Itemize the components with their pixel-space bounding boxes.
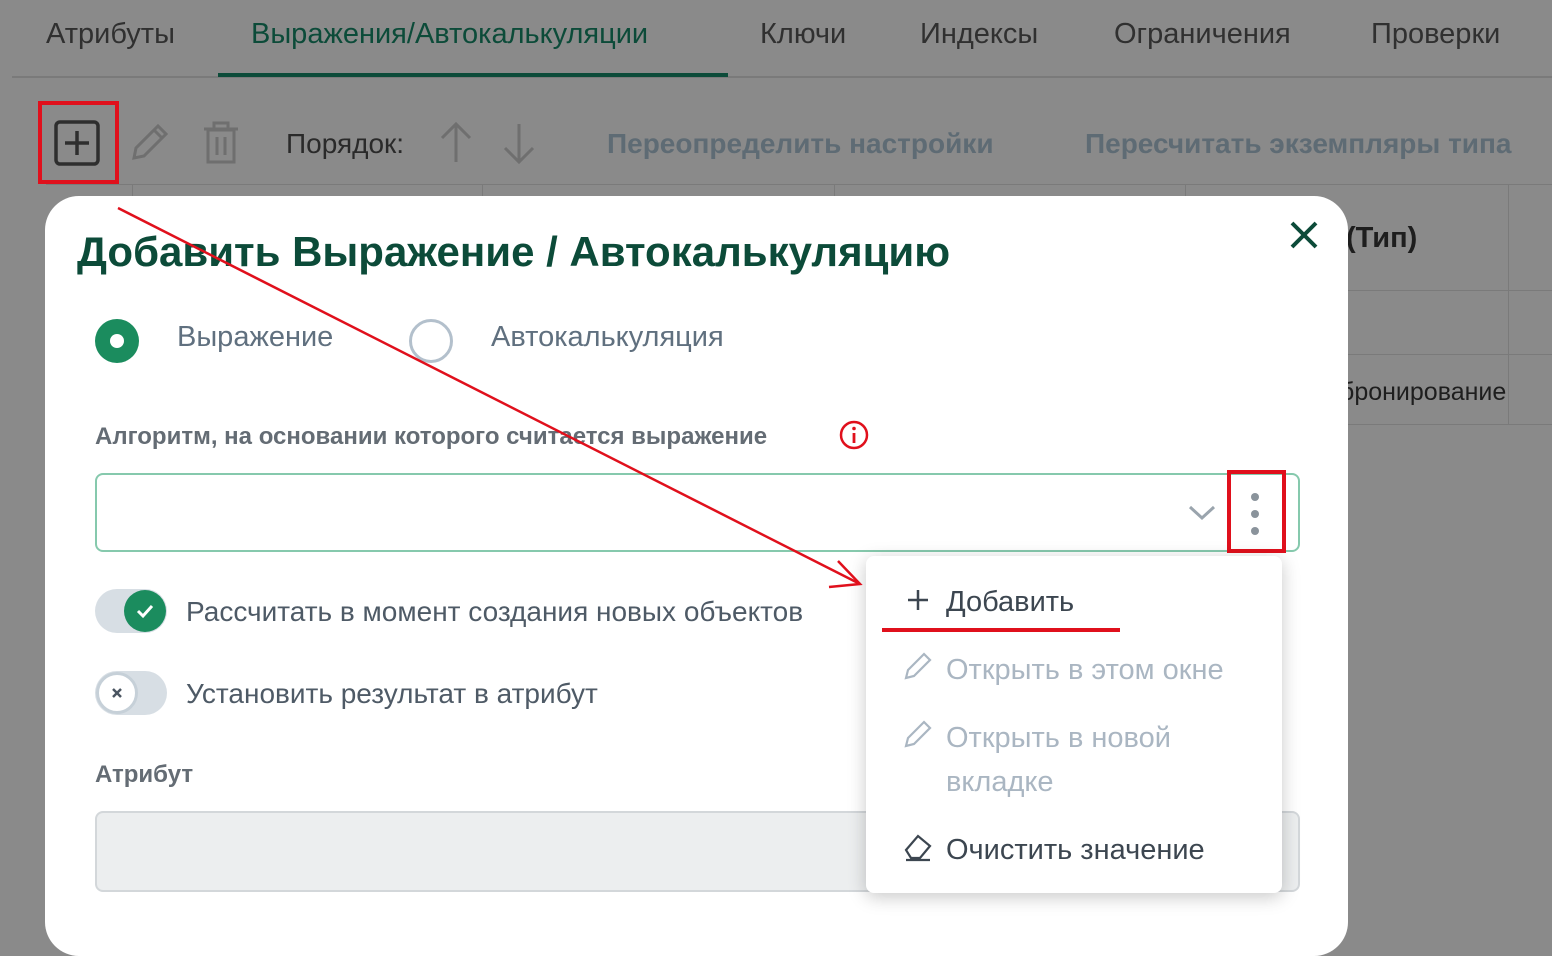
recalculate-instances-button[interactable]: Пересчитать экземпляры типа — [1085, 128, 1512, 160]
eraser-icon — [904, 834, 932, 862]
arrow-up-icon — [440, 121, 472, 162]
info-icon[interactable] — [839, 420, 869, 450]
move-down-button[interactable] — [499, 120, 539, 171]
chevron-down-icon[interactable] — [1187, 503, 1217, 523]
close-button[interactable] — [1287, 218, 1321, 252]
menu-item-open-new-tab-label: Открыть в новой вкладке — [946, 722, 1171, 798]
tab-constraints[interactable]: Ограничения — [1114, 18, 1291, 51]
dialog-title: Добавить Выражение / Автокалькуляцию — [77, 228, 951, 275]
check-icon — [136, 604, 154, 619]
tab-keys[interactable]: Ключи — [760, 18, 846, 51]
pencil-icon — [904, 720, 932, 748]
toggle-calc-on-create-label: Рассчитать в момент создания новых объек… — [186, 596, 804, 627]
radio-autocalc-label: Автокалькуляция — [491, 321, 724, 353]
x-icon — [112, 688, 122, 698]
menu-item-clear[interactable]: Очистить значение — [866, 828, 1282, 872]
active-tab-indicator — [218, 73, 728, 77]
table-cell: бронирование — [1340, 378, 1507, 406]
override-settings-button[interactable]: Переопределить настройки — [607, 128, 994, 160]
move-up-button[interactable] — [436, 120, 476, 171]
toggle-knob — [124, 590, 166, 632]
algorithm-label: Алгоритм, на основании которого считаетс… — [95, 423, 768, 450]
tab-indexes[interactable]: Индексы — [920, 18, 1038, 51]
plus-icon — [908, 590, 928, 610]
menu-item-open-new-tab[interactable]: Открыть в новой вкладке — [866, 716, 1282, 806]
menu-item-clear-label: Очистить значение — [946, 834, 1205, 866]
actions-menu: Добавить Открыть в этом окне Открыть в н… — [866, 556, 1282, 893]
table-header-type: (Тип) — [1346, 222, 1418, 254]
menu-item-open-here[interactable]: Открыть в этом окне — [866, 648, 1282, 692]
menu-item-add-label: Добавить — [946, 586, 1075, 618]
attribute-label: Атрибут — [95, 761, 194, 788]
radio-expression-label: Выражение — [177, 321, 334, 353]
pencil-icon — [132, 123, 169, 160]
edit-button[interactable] — [126, 120, 172, 171]
tab-bar: Атрибуты Выражения/Автокалькуляции Ключи… — [12, 0, 1552, 78]
pencil-icon — [904, 652, 932, 680]
radio-expression[interactable] — [95, 319, 139, 363]
tab-checks[interactable]: Проверки — [1371, 18, 1500, 51]
tab-expressions[interactable]: Выражения/Автокалькуляции — [251, 18, 648, 51]
toggle-set-result-label: Установить результат в атрибут — [186, 678, 598, 709]
trash-icon — [204, 121, 238, 164]
annotation-box-kebab — [1227, 470, 1286, 553]
annotation-underline-add — [882, 628, 1120, 632]
delete-button[interactable] — [199, 120, 243, 171]
toggle-knob — [96, 672, 138, 714]
tab-attributes[interactable]: Атрибуты — [46, 18, 175, 51]
toggle-calc-on-create[interactable] — [95, 589, 167, 633]
radio-autocalc[interactable] — [409, 319, 453, 363]
menu-item-add[interactable]: Добавить — [866, 580, 1282, 624]
arrow-down-icon — [503, 124, 535, 165]
toggle-set-result[interactable] — [95, 671, 167, 715]
close-icon — [1290, 221, 1318, 249]
algorithm-select[interactable] — [95, 473, 1300, 552]
menu-item-open-here-label: Открыть в этом окне — [946, 654, 1224, 686]
annotation-box-add — [38, 101, 119, 184]
order-label: Порядок: — [286, 128, 405, 159]
